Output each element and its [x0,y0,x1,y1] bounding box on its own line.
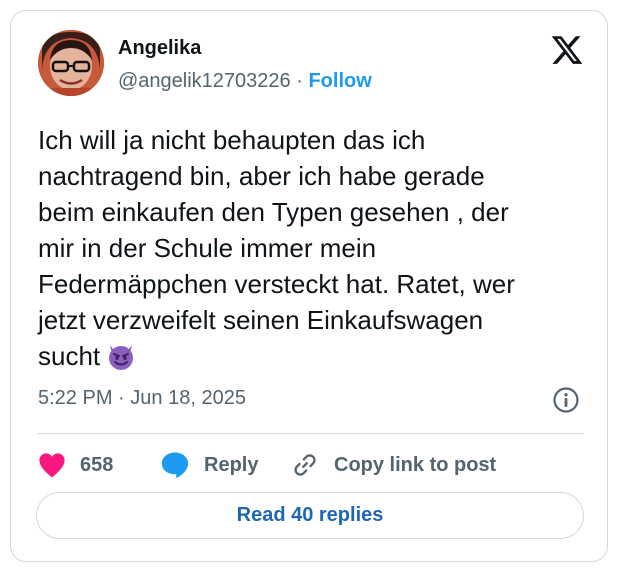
tweet-text: Ich will ja nicht behaupten das ich nach… [38,122,598,374]
reply-bubble-icon [161,452,189,479]
copy-link-label: Copy link to post [334,453,497,476]
like-button[interactable]: 658 [38,448,113,482]
meta-separator: · [296,70,303,92]
devil-emoji-icon [109,345,134,370]
reply-label: Reply [204,453,259,476]
tweet-last-line: sucht [38,338,598,374]
tweet-date: Jun 18, 2025 [130,387,246,409]
tweet-line: mir in der Schule immer mein [38,233,377,263]
tweet-line: nachtragend bin, aber ich habe gerade [38,161,485,191]
info-icon[interactable] [552,386,580,414]
tweet-line: Ich will ja nicht behaupten das ich [38,125,426,155]
avatar[interactable] [38,30,104,96]
timestamp-separator: · [118,387,125,409]
tweet-line: beim einkaufen den Typen gesehen , der [38,197,509,227]
tweet-time: 5:22 PM [38,387,113,409]
tweet-line: jetzt verzweifelt seinen Einkaufswagen [38,305,484,335]
like-count: 658 [80,453,114,476]
author-meta: @angelik12703226 · Follow [118,70,372,93]
link-icon [294,454,316,476]
reply-button[interactable]: Reply [160,448,258,482]
copy-link-button[interactable]: Copy link to post [290,448,496,482]
read-replies-button[interactable]: Read 40 replies [36,492,584,539]
heart-icon [39,453,65,478]
x-logo-icon[interactable] [550,33,584,67]
author-handle[interactable]: @angelik12703226 [118,70,291,92]
divider [38,433,584,434]
tweet-line: sucht [38,341,101,371]
author-name[interactable]: Angelika [118,37,201,60]
tweet-card: Angelika @angelik12703226 · Follow Ich w… [10,10,608,562]
follow-button[interactable]: Follow [308,70,371,92]
tweet-line: Federmäppchen versteckt hat. Ratet, wer [38,269,515,299]
tweet-timestamp[interactable]: 5:22 PM · Jun 18, 2025 [38,387,246,410]
